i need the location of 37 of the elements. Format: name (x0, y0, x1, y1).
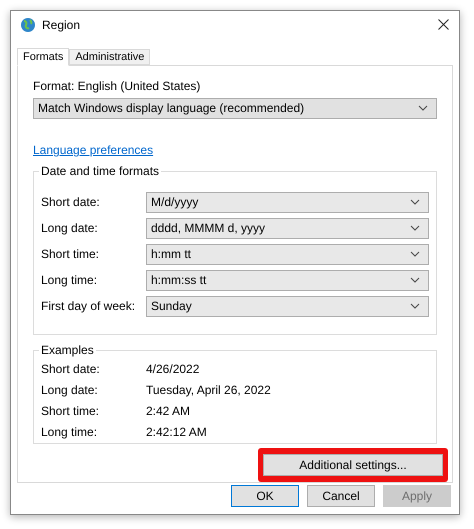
dropdown[interactable]: dddd, MMMM d, yyyy (146, 218, 429, 239)
dialog-button[interactable]: Cancel (307, 485, 375, 508)
example-label: Long time: (41, 424, 98, 441)
format-label: Format: English (United States) (33, 78, 202, 94)
globe-icon (20, 16, 36, 33)
dropdown[interactable]: Sunday (146, 296, 429, 317)
example-value: 4/26/2022 (146, 360, 200, 378)
chevron-down-icon (410, 277, 420, 284)
group-title: Examples (39, 343, 96, 358)
example-value: 2:42:12 AM (146, 424, 207, 441)
chevron-down-icon (410, 225, 420, 232)
field-label: Short time: (41, 246, 100, 264)
language-preferences-link[interactable]: Language preferences (33, 140, 154, 159)
field-label: Short date: (41, 194, 101, 212)
dropdown[interactable]: M/d/yyyy (146, 192, 429, 213)
chevron-down-icon (418, 105, 428, 112)
tab[interactable]: Administrative (69, 48, 150, 65)
dialog-button[interactable]: OK (231, 485, 299, 508)
dropdown[interactable]: Match Windows display language (recommended) (33, 98, 437, 119)
example-label: Short time: (41, 402, 100, 420)
example-value: Tuesday, April 26, 2022 (146, 382, 271, 399)
field-label: Long date: (41, 220, 99, 238)
example-value: 2:42 AM (146, 402, 190, 420)
chevron-down-icon (410, 199, 420, 206)
field-label: Long time: (41, 272, 98, 290)
close-icon[interactable] (438, 19, 449, 30)
additional-settings-button[interactable]: Additional settings... (263, 454, 443, 476)
example-label: Short date: (41, 360, 101, 378)
dropdown[interactable]: h:mm:ss tt (146, 270, 429, 291)
window-title: Region (42, 16, 80, 34)
tab[interactable]: Formats (17, 48, 70, 66)
chevron-down-icon (410, 303, 420, 310)
field-label: First day of week: (41, 298, 136, 316)
group-title: Date and time formats (39, 164, 162, 178)
chevron-down-icon (410, 251, 420, 258)
dropdown[interactable]: h:mm tt (146, 244, 429, 265)
example-label: Long date: (41, 382, 99, 399)
